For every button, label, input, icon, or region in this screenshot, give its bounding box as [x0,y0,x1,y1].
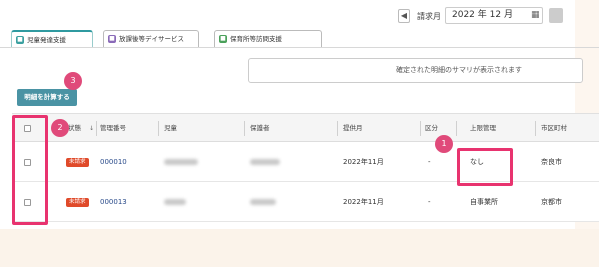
tab-label: 児童発達支援 [27,36,66,44]
header-service-month[interactable]: 提供月 [343,114,363,143]
category-cell: - [428,158,431,166]
column-divider [244,121,245,136]
header-status[interactable]: 状態 [68,114,81,143]
billing-month-input[interactable]: 2022 年 12 月 [445,7,543,24]
header-management-no[interactable]: 管理番号 [100,114,126,143]
service-month-cell: 2022年11月 [343,158,384,166]
header-municipality[interactable]: 市区町村 [541,114,567,143]
header-child[interactable]: 児童 [164,114,177,143]
column-divider [456,121,457,136]
header-guardian[interactable]: 保護者 [250,114,270,143]
table-header: 状態 ↓ 管理番号 児童 保護者 提供月 区分 上限管理 市区町村 [12,113,599,142]
municipality-cell: 奈良市 [541,158,562,166]
child-name-redacted [164,182,186,222]
tab-child-development-icon: ■ [16,36,24,44]
tab-divider [0,47,599,48]
column-divider [535,121,536,136]
step-badge-1: 1 [435,135,453,153]
next-month-button[interactable] [549,8,563,23]
guardian-name-redacted [250,142,280,182]
column-divider [337,121,338,136]
calendar-icon[interactable]: ▦ [531,10,540,20]
tab-label: 保育所等訪問支援 [230,35,282,43]
tab-label: 放課後等デイサービス [119,35,184,43]
table-row[interactable]: 未請求 000013 2022年11月 - 自事業所 京都市 [12,182,599,222]
status-cell: 未請求 [66,182,89,222]
child-name-redacted [164,142,198,182]
municipality-cell: 京都市 [541,198,562,206]
tab-child-development[interactable]: ■ 児童発達支援 [11,30,93,47]
tab-nursery-visit-icon: ■ [219,35,227,43]
step-badge-2: 2 [51,119,69,137]
header-cap-management[interactable]: 上限管理 [470,114,496,143]
footer-background [0,229,599,267]
step-badge-3: 3 [64,72,82,90]
column-divider [158,121,159,136]
service-month-cell: 2022年11月 [343,198,384,206]
prev-month-button[interactable]: ◀ [398,9,410,23]
tab-after-school-icon: ■ [108,35,116,43]
management-no-cell[interactable]: 000010 [100,142,127,182]
calculate-statements-button[interactable]: 明細を計算する [17,89,77,106]
status-badge: 未請求 [66,197,89,207]
month-selector-bar: ◀ 請求月 2022 年 12 月 ▦ [0,0,599,30]
category-cell: - [428,198,431,206]
sort-arrow-icon[interactable]: ↓ [89,114,94,143]
status-badge: 未請求 [66,157,89,167]
tab-nursery-visit[interactable]: ■ 保育所等訪問支援 [214,30,322,47]
management-no-cell[interactable]: 000013 [100,182,127,222]
status-cell: 未請求 [66,142,89,182]
cap-management-cell: 自事業所 [470,198,498,206]
month-label: 請求月 [417,12,441,21]
summary-box: 確定された明細のサマリが表示されます [248,58,583,83]
highlight-cap-management-cell [457,148,513,186]
column-divider [96,121,97,136]
column-divider [420,121,421,136]
guardian-name-redacted [250,182,276,222]
tab-after-school[interactable]: ■ 放課後等デイサービス [103,30,199,47]
highlight-checkbox-column [12,115,48,225]
